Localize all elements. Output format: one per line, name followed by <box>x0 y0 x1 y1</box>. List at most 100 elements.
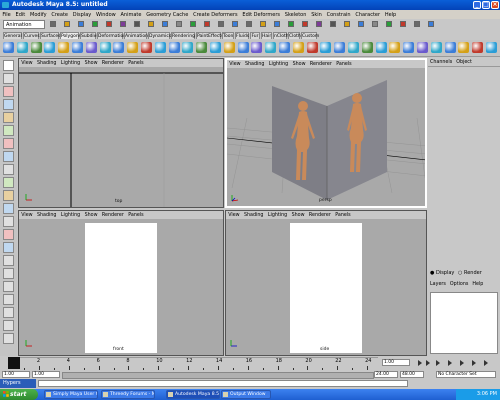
shelf-tool-icon[interactable] <box>99 42 111 53</box>
panel-menu-view[interactable]: View <box>227 62 243 67</box>
taskbar-item[interactable]: Output Window <box>221 390 271 399</box>
viewport-side[interactable]: View Shading Lighting Show Renderer Panels si… <box>225 210 427 356</box>
display-radio[interactable]: ● Display <box>430 270 454 276</box>
shelf-tab-fluids[interactable]: Fluids <box>235 32 249 39</box>
shelf-tool-icon[interactable] <box>458 42 470 53</box>
panel-menu-view[interactable]: View <box>19 213 35 218</box>
status-line-icon[interactable] <box>204 21 210 27</box>
range-bar[interactable] <box>62 372 374 379</box>
status-line-icon[interactable] <box>428 21 434 27</box>
menu-edit-deformers[interactable]: Edit Deformers <box>240 12 282 18</box>
shelf-tool-icon[interactable] <box>375 42 387 53</box>
shelf-tool-icon[interactable] <box>486 42 497 53</box>
status-line-icon[interactable] <box>232 21 238 27</box>
viewport-front[interactable]: View Shading Lighting Show Renderer Panels fr… <box>18 210 224 356</box>
tool-icon[interactable] <box>3 268 14 279</box>
tool-icon[interactable] <box>3 294 14 305</box>
tool-icon[interactable] <box>3 112 14 123</box>
playback-controls[interactable] <box>416 359 498 367</box>
start-time-field[interactable]: 1.00 <box>2 371 30 378</box>
shelf-tool-icon[interactable] <box>168 42 180 53</box>
shelf-tool-icon[interactable] <box>320 42 332 53</box>
menu-edit[interactable]: Edit <box>13 12 27 18</box>
shelf-tool-icon[interactable] <box>44 42 56 53</box>
menu-skin[interactable]: Skin <box>309 12 324 18</box>
shelf-tool-icon[interactable] <box>348 42 359 53</box>
render-radio[interactable]: ○ Render <box>458 270 482 276</box>
shelf-tab-hair[interactable]: Hair <box>261 32 272 39</box>
shelf-tab-ncloth[interactable]: nCloth <box>273 32 289 39</box>
status-line-icon[interactable] <box>218 21 224 27</box>
menu-geometry-cache[interactable]: Geometry Cache <box>144 12 191 18</box>
shelf-tool-icon[interactable] <box>265 42 277 53</box>
panel-menu-panels[interactable]: Panels <box>333 213 353 218</box>
status-line-icon[interactable] <box>414 21 420 27</box>
menu-help[interactable]: Help <box>382 12 398 18</box>
panel-menu-view[interactable]: View <box>226 213 242 218</box>
taskbar-item[interactable]: Threedy Forums - Mo... <box>101 390 155 399</box>
status-line-icon[interactable] <box>316 21 322 27</box>
shelf-tool-icon[interactable] <box>30 42 42 53</box>
panel-menu-lighting[interactable]: Lighting <box>267 62 291 67</box>
shelf-tool-icon[interactable] <box>210 42 221 53</box>
panel-menu-view[interactable]: View <box>19 61 35 66</box>
shelf-tool-icon[interactable] <box>417 42 428 53</box>
shelf-tool-icon[interactable] <box>237 42 249 53</box>
menu-create-deformers[interactable]: Create Deformers <box>191 12 240 18</box>
shelf-tool-icon[interactable] <box>430 42 442 53</box>
shelf-tool-icon[interactable] <box>196 42 208 53</box>
panel-menu-lighting[interactable]: Lighting <box>59 61 83 66</box>
shelf-tool-icon[interactable] <box>472 42 484 53</box>
shelf-tool-icon[interactable] <box>251 42 263 53</box>
tool-icon[interactable] <box>3 125 14 136</box>
panel-menu-show[interactable]: Show <box>82 61 99 66</box>
panel-menu-renderer[interactable]: Renderer <box>100 61 126 66</box>
shelf-tab-animation[interactable]: Animation <box>124 32 148 39</box>
shelf-tool-icon[interactable] <box>154 42 166 53</box>
minimize-button[interactable]: _ <box>473 1 481 9</box>
tool-icon[interactable] <box>3 99 14 110</box>
status-line-icon[interactable] <box>162 21 168 27</box>
menu-modify[interactable]: Modify <box>28 12 49 18</box>
panel-menu-lighting[interactable]: Lighting <box>59 213 83 218</box>
menu-constrain[interactable]: Constrain <box>324 12 353 18</box>
end-time-field[interactable]: 48.00 <box>400 371 424 378</box>
tool-icon[interactable] <box>3 177 14 188</box>
status-line-icon[interactable] <box>358 21 364 27</box>
menu-character[interactable]: Character <box>353 12 382 18</box>
tool-icon[interactable] <box>3 86 14 97</box>
close-button[interactable]: × <box>491 1 499 9</box>
status-line-icon[interactable] <box>302 21 308 27</box>
shelf-tab-subdivs[interactable]: Subdivs <box>80 32 99 39</box>
panel-menu-panels[interactable]: Panels <box>126 61 146 66</box>
tool-icon[interactable] <box>3 151 14 162</box>
panel-menu-renderer[interactable]: Renderer <box>307 213 333 218</box>
panel-menu-shading[interactable]: Shading <box>243 62 267 67</box>
shelf-tool-icon[interactable] <box>334 42 346 53</box>
shelf-tool-icon[interactable] <box>58 42 70 53</box>
shelf-tool-icon[interactable] <box>182 42 194 53</box>
panel-menu-show[interactable]: Show <box>289 213 306 218</box>
maximize-button[interactable]: □ <box>482 1 490 9</box>
shelf-tool-icon[interactable] <box>16 42 28 53</box>
shelf-tab-surfaces[interactable]: Surfaces <box>40 32 61 39</box>
status-line-icon[interactable] <box>260 21 266 27</box>
range-start-field[interactable]: 1.00 <box>32 371 60 378</box>
tool-icon[interactable] <box>3 229 14 240</box>
shelf-tab-polygons[interactable]: Polygons <box>60 32 81 39</box>
shelf-tool-icon[interactable] <box>72 42 83 53</box>
shelf-tab-deformation[interactable]: Deformation <box>97 32 126 39</box>
tool-icon[interactable] <box>3 73 14 84</box>
layer-list[interactable] <box>430 292 498 354</box>
status-line-icon[interactable] <box>176 21 182 27</box>
status-line-icon[interactable] <box>92 21 98 27</box>
select-tool-icon[interactable] <box>3 60 14 71</box>
command-input[interactable] <box>38 380 408 387</box>
menu-create[interactable]: Create <box>49 12 70 18</box>
shelf-tool-icon[interactable] <box>361 42 373 53</box>
tool-icon[interactable] <box>3 190 14 201</box>
time-slider[interactable]: 2 4 6 8 10 12 14 16 18 20 22 24 1.00 <box>0 356 500 370</box>
panel-menu-show[interactable]: Show <box>290 62 307 67</box>
range-end-field[interactable]: 24.00 <box>374 371 398 378</box>
tool-icon[interactable] <box>3 307 14 318</box>
